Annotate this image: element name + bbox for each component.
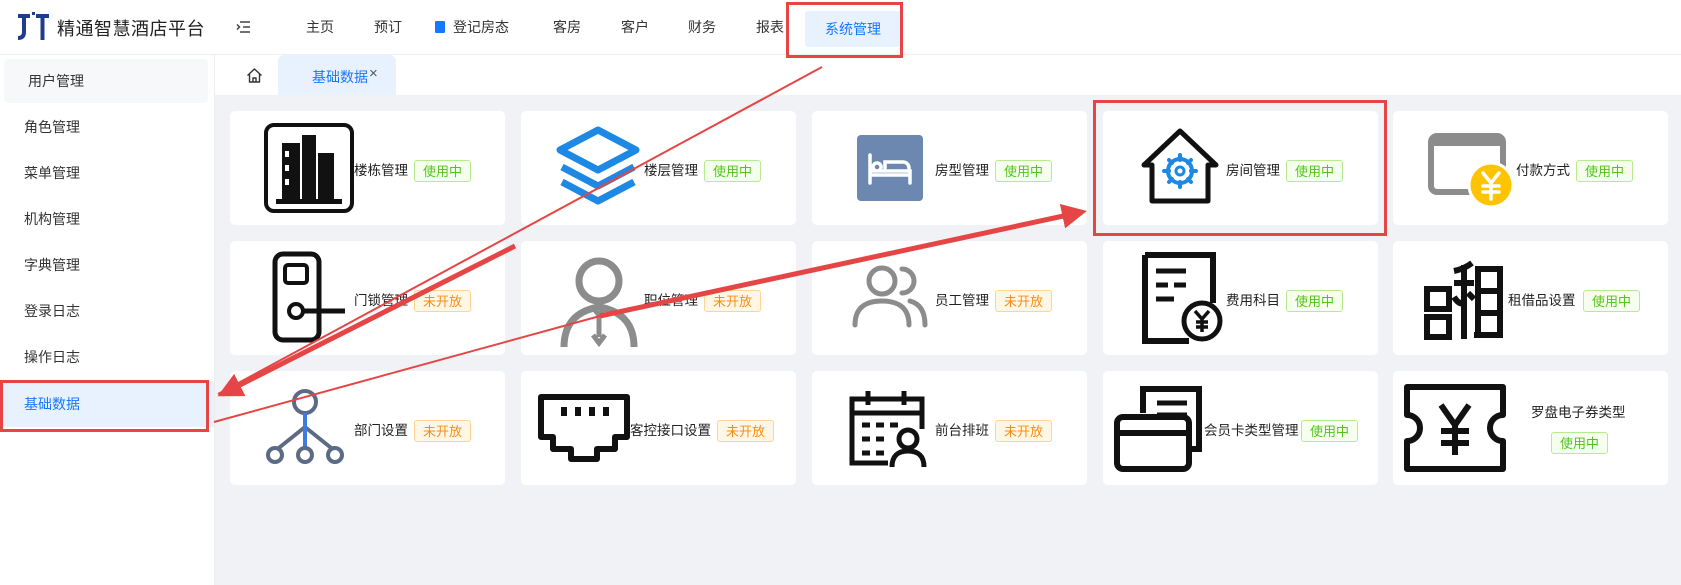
status-badge: 使用中 xyxy=(1286,160,1344,182)
rent-icon xyxy=(1424,260,1503,340)
home-icon[interactable] xyxy=(246,67,263,84)
door-icon xyxy=(435,21,445,33)
nav-customers[interactable]: 客户 xyxy=(621,0,649,54)
status-badge: 使用中 xyxy=(414,160,472,182)
logo-icon xyxy=(18,12,49,40)
nav-finance[interactable]: 财务 xyxy=(688,0,716,54)
status-badge: 未开放 xyxy=(704,290,762,312)
member-card-icon xyxy=(1114,386,1202,472)
building-icon xyxy=(264,123,354,213)
card-room[interactable]: 房间管理 使用中 xyxy=(1103,111,1378,225)
sidebar-item-operation-log[interactable]: 操作日志 xyxy=(0,335,214,379)
card-label: 楼栋管理 xyxy=(354,163,408,178)
card-building[interactable]: 楼栋管理 使用中 xyxy=(230,111,505,225)
bill-yen-icon xyxy=(1142,252,1223,344)
card-label: 前台排班 xyxy=(935,423,989,438)
collapse-menu-icon[interactable] xyxy=(236,19,252,35)
status-badge: 使用中 xyxy=(704,160,762,182)
card-label: 罗盘电子券类型 xyxy=(1531,405,1626,420)
tab-close-icon[interactable]: × xyxy=(369,65,378,82)
ethernet-port-icon xyxy=(538,394,630,462)
status-badge: 未开放 xyxy=(995,420,1053,442)
card-department[interactable]: 部门设置 未开放 xyxy=(230,371,505,485)
sidebar: 用户管理 角色管理 菜单管理 机构管理 字典管理 登录日志 操作日志 基础数据 xyxy=(0,55,215,585)
status-badge: 使用中 xyxy=(1286,290,1344,312)
yen-coupon-icon xyxy=(1404,384,1506,472)
card-label: 租借品设置 xyxy=(1508,293,1576,308)
card-label: 职位管理 xyxy=(644,293,698,308)
sidebar-item-roles[interactable]: 角色管理 xyxy=(0,105,214,149)
floor-layers-icon xyxy=(556,126,640,205)
card-compass-coupon-type[interactable]: 罗盘电子券类型 使用中 xyxy=(1393,371,1668,485)
card-label: 门锁管理 xyxy=(354,293,408,308)
top-header: 精通智慧酒店平台 主页 预订 登记房态 客房 客户 财务 报表 系统管理 xyxy=(0,0,1681,55)
card-room-control-interface[interactable]: 客控接口设置 未开放 xyxy=(521,371,796,485)
card-room-type[interactable]: 房型管理 使用中 xyxy=(812,111,1087,225)
nav-system-management[interactable]: 系统管理 xyxy=(805,11,901,47)
card-front-desk-shift[interactable]: 前台排班 未开放 xyxy=(812,371,1087,485)
app-brand: 精通智慧酒店平台 xyxy=(57,19,205,39)
door-lock-icon xyxy=(272,251,345,343)
org-tree-icon xyxy=(266,389,344,464)
sidebar-item-basic-data[interactable]: 基础数据 xyxy=(0,381,214,427)
status-badge: 使用中 xyxy=(1576,160,1634,182)
nav-checkin-label: 登记房态 xyxy=(453,19,509,35)
card-label: 房型管理 xyxy=(935,163,989,178)
card-expense-items[interactable]: 费用科目 使用中 xyxy=(1103,241,1378,355)
card-label: 员工管理 xyxy=(935,293,989,308)
card-label: 客控接口设置 xyxy=(630,423,711,438)
card-label: 费用科目 xyxy=(1226,293,1280,308)
nav-reservation[interactable]: 预订 xyxy=(374,0,402,54)
status-badge: 使用中 xyxy=(1583,290,1641,312)
card-label: 部门设置 xyxy=(354,423,408,438)
sidebar-item-organizations[interactable]: 机构管理 xyxy=(0,197,214,241)
status-badge: 使用中 xyxy=(995,160,1053,182)
nav-home[interactable]: 主页 xyxy=(306,0,334,54)
status-badge: 未开放 xyxy=(995,290,1053,312)
payment-card-icon xyxy=(1428,133,1514,207)
card-label: 付款方式 xyxy=(1516,163,1570,178)
tab-bar: 基础数据 × xyxy=(215,55,1681,95)
card-floor[interactable]: 楼层管理 使用中 xyxy=(521,111,796,225)
status-badge: 未开放 xyxy=(414,290,472,312)
people-icon xyxy=(852,265,928,328)
status-badge: 未开放 xyxy=(414,420,472,442)
card-door-lock[interactable]: 门锁管理 未开放 xyxy=(230,241,505,355)
nav-checkin-status[interactable]: 登记房态 xyxy=(435,0,509,54)
card-label: 楼层管理 xyxy=(644,163,698,178)
card-rental-items[interactable]: 租借品设置 使用中 xyxy=(1393,241,1668,355)
sidebar-item-login-log[interactable]: 登录日志 xyxy=(0,289,214,333)
status-badge: 未开放 xyxy=(717,420,775,442)
sidebar-item-dictionary[interactable]: 字典管理 xyxy=(0,243,214,287)
house-gear-icon xyxy=(1141,128,1219,204)
bed-icon xyxy=(857,135,923,201)
tab-label: 基础数据 xyxy=(312,69,368,85)
sidebar-item-users[interactable]: 用户管理 xyxy=(4,59,208,103)
calendar-person-icon xyxy=(849,391,927,468)
nav-reports[interactable]: 报表 xyxy=(756,0,784,54)
card-member-card-type[interactable]: 会员卡类型管理 使用中 xyxy=(1103,371,1378,485)
sidebar-item-menus[interactable]: 菜单管理 xyxy=(0,151,214,195)
status-badge: 使用中 xyxy=(1301,420,1359,442)
card-label: 房间管理 xyxy=(1226,163,1280,178)
card-payment-method[interactable]: 付款方式 使用中 xyxy=(1393,111,1668,225)
nav-rooms[interactable]: 客房 xyxy=(553,0,581,54)
card-position[interactable]: 职位管理 未开放 xyxy=(521,241,796,355)
status-badge: 使用中 xyxy=(1551,432,1609,454)
tab-basic-data[interactable]: 基础数据 × xyxy=(278,55,396,95)
person-tie-icon xyxy=(560,257,638,348)
card-label: 会员卡类型管理 xyxy=(1204,423,1299,438)
card-staff[interactable]: 员工管理 未开放 xyxy=(812,241,1087,355)
